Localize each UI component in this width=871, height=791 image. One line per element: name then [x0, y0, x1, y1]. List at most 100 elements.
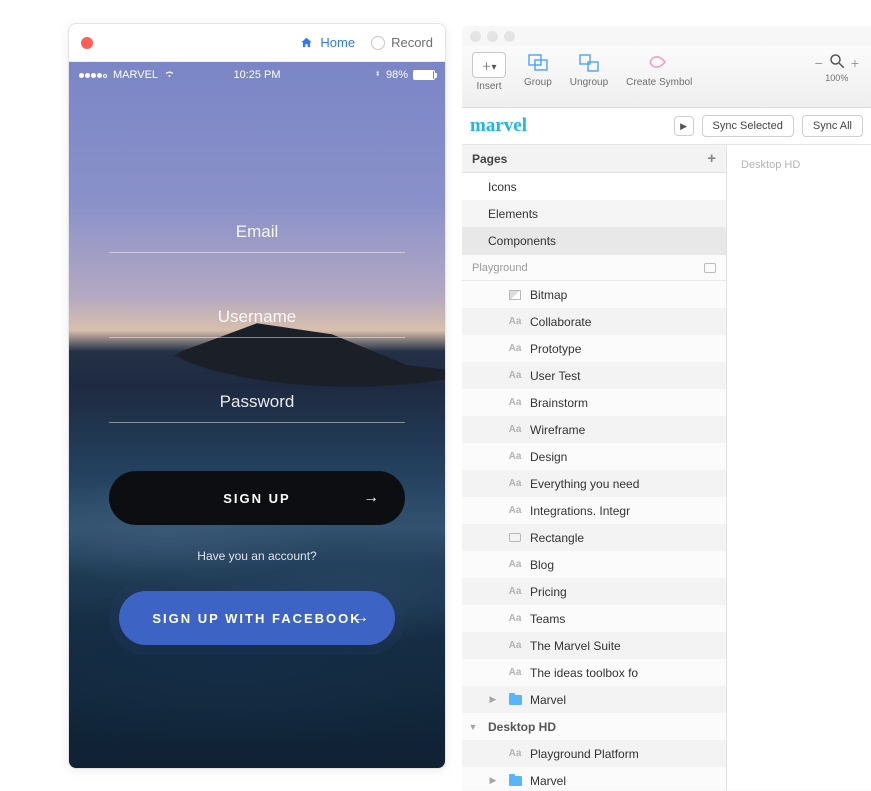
layer-label: Collaborate — [530, 315, 591, 329]
traffic-light-min[interactable] — [487, 31, 498, 42]
disclosure-icon[interactable]: ▶ — [488, 694, 498, 705]
zoom-control: − + 100% — [813, 52, 861, 83]
page-item[interactable]: Elements — [462, 200, 726, 227]
sync-selected-button[interactable]: Sync Selected — [702, 115, 794, 137]
rectangle-layer-icon — [508, 532, 522, 544]
layer-row[interactable]: Aa Pricing — [462, 578, 726, 605]
page-item[interactable]: Icons — [462, 173, 726, 200]
group-icon — [525, 52, 551, 74]
text-layer-icon: Aa — [508, 451, 522, 463]
status-bar: MARVEL 10:25 PM 98% — [69, 62, 445, 82]
signup-button[interactable]: SIGN UP → — [109, 471, 405, 525]
signup-facebook-button[interactable]: SIGN UP WITH FACEBOOK → — [119, 591, 395, 645]
marvel-logo: marvel — [470, 115, 527, 137]
layer-row[interactable]: ▶Marvel — [462, 686, 726, 713]
phone-window-titlebar: Home Record — [69, 24, 445, 62]
insert-tool[interactable]: ＋▾ Insert — [472, 52, 506, 92]
layer-row[interactable]: Aa Brainstorm — [462, 389, 726, 416]
section-header[interactable]: Playground — [462, 254, 726, 281]
facebook-signup-wrap: SIGN UP WITH FACEBOOK → — [109, 581, 405, 655]
text-layer-icon: Aa — [508, 370, 522, 382]
layer-row[interactable]: Rectangle — [462, 524, 726, 551]
page-item[interactable]: Components — [462, 227, 726, 254]
zoom-in-button[interactable]: + — [849, 55, 861, 71]
layer-label: Everything you need — [530, 477, 639, 491]
create-symbol-tool[interactable]: Create Symbol — [626, 52, 692, 88]
text-layer-icon: Aa — [508, 586, 522, 598]
insert-label: Insert — [476, 81, 501, 92]
layer-label: Bitmap — [530, 288, 567, 302]
layer-row[interactable]: AaThe ideas toolbox fo — [462, 659, 726, 686]
canvas[interactable]: Desktop HD — [727, 145, 871, 790]
home-icon — [299, 36, 314, 50]
home-link[interactable]: Home — [299, 35, 355, 50]
layer-label: Wireframe — [530, 423, 585, 437]
artboard-group[interactable]: ▼Desktop HD — [462, 713, 726, 740]
sketch-titlebar — [462, 26, 871, 46]
layer-label: Playground Platform — [530, 747, 639, 761]
layer-row[interactable]: Aa Wireframe — [462, 416, 726, 443]
zoom-out-button[interactable]: − — [813, 55, 825, 71]
layer-row[interactable]: Aa Playground Platform — [462, 740, 726, 767]
layer-row[interactable]: AaTeams — [462, 605, 726, 632]
layer-row[interactable]: ▶ Marvel — [462, 767, 726, 790]
text-layer-icon: Aa — [508, 397, 522, 409]
text-layer-icon: Aa — [508, 559, 522, 571]
artboard[interactable] — [741, 179, 871, 790]
layer-label: Marvel — [530, 774, 566, 788]
layer-row[interactable]: Aa Integrations. Integr — [462, 497, 726, 524]
text-layer-icon: Aa — [508, 748, 522, 760]
layer-label: Rectangle — [530, 531, 584, 545]
layer-row[interactable]: AaBlog — [462, 551, 726, 578]
text-layer-icon: Aa — [508, 424, 522, 436]
layers-panel: Pages + IconsElementsComponents Playgrou… — [462, 145, 727, 790]
artboard-name-label[interactable]: Desktop HD — [741, 159, 800, 171]
password-field[interactable] — [109, 382, 405, 423]
layer-label: Brainstorm — [530, 396, 588, 410]
text-layer-icon: Aa — [508, 505, 522, 517]
signup-form: SIGN UP → Have you an account? SIGN UP W… — [69, 212, 445, 655]
record-label: Record — [391, 35, 433, 50]
layer-row[interactable]: AaCollaborate — [462, 308, 726, 335]
text-layer-icon: Aa — [508, 613, 522, 625]
text-layer-icon: Aa — [508, 640, 522, 652]
pages-header: Pages + — [462, 145, 726, 173]
artboard-toggle-icon[interactable] — [704, 263, 716, 273]
section-label: Playground — [472, 262, 528, 274]
arrow-right-icon: → — [363, 489, 381, 507]
magnifier-icon[interactable] — [828, 52, 846, 73]
play-button[interactable]: ▶ — [674, 116, 694, 136]
text-layer-icon: Aa — [508, 478, 522, 490]
traffic-light-max[interactable] — [504, 31, 515, 42]
text-layer-icon: Aa — [508, 343, 522, 355]
layer-label: Prototype — [530, 342, 581, 356]
ungroup-tool[interactable]: Ungroup — [570, 52, 608, 88]
layer-label: Pricing — [530, 585, 567, 599]
layer-row[interactable]: Aa Everything you need — [462, 470, 726, 497]
signup-button-label: SIGN UP — [223, 491, 290, 506]
username-field[interactable] — [109, 297, 405, 338]
layer-row[interactable]: AaThe Marvel Suite — [462, 632, 726, 659]
layer-row[interactable]: Bitmap — [462, 281, 726, 308]
bitmap-layer-icon — [508, 289, 522, 301]
layer-row[interactable]: Aa Design — [462, 443, 726, 470]
record-icon — [371, 36, 385, 50]
symbol-icon — [646, 52, 672, 74]
traffic-light-close[interactable] — [470, 31, 481, 42]
layer-row[interactable]: Aa User Test — [462, 362, 726, 389]
add-page-button[interactable]: + — [707, 150, 716, 167]
layer-label: Integrations. Integr — [530, 504, 630, 518]
layer-row[interactable]: Aa Prototype — [462, 335, 726, 362]
email-field[interactable] — [109, 212, 405, 253]
disclosure-icon[interactable]: ▶ — [488, 775, 498, 786]
group-tool[interactable]: Group — [524, 52, 552, 88]
disclosure-icon[interactable]: ▼ — [468, 722, 478, 732]
window-close-dot[interactable] — [81, 37, 93, 49]
text-layer-icon: Aa — [508, 667, 522, 679]
layer-label: User Test — [530, 369, 580, 383]
ungroup-label: Ungroup — [570, 77, 608, 88]
sync-all-button[interactable]: Sync All — [802, 115, 863, 137]
folder-icon — [508, 775, 522, 787]
record-link[interactable]: Record — [371, 35, 433, 50]
layer-label: Design — [530, 450, 567, 464]
